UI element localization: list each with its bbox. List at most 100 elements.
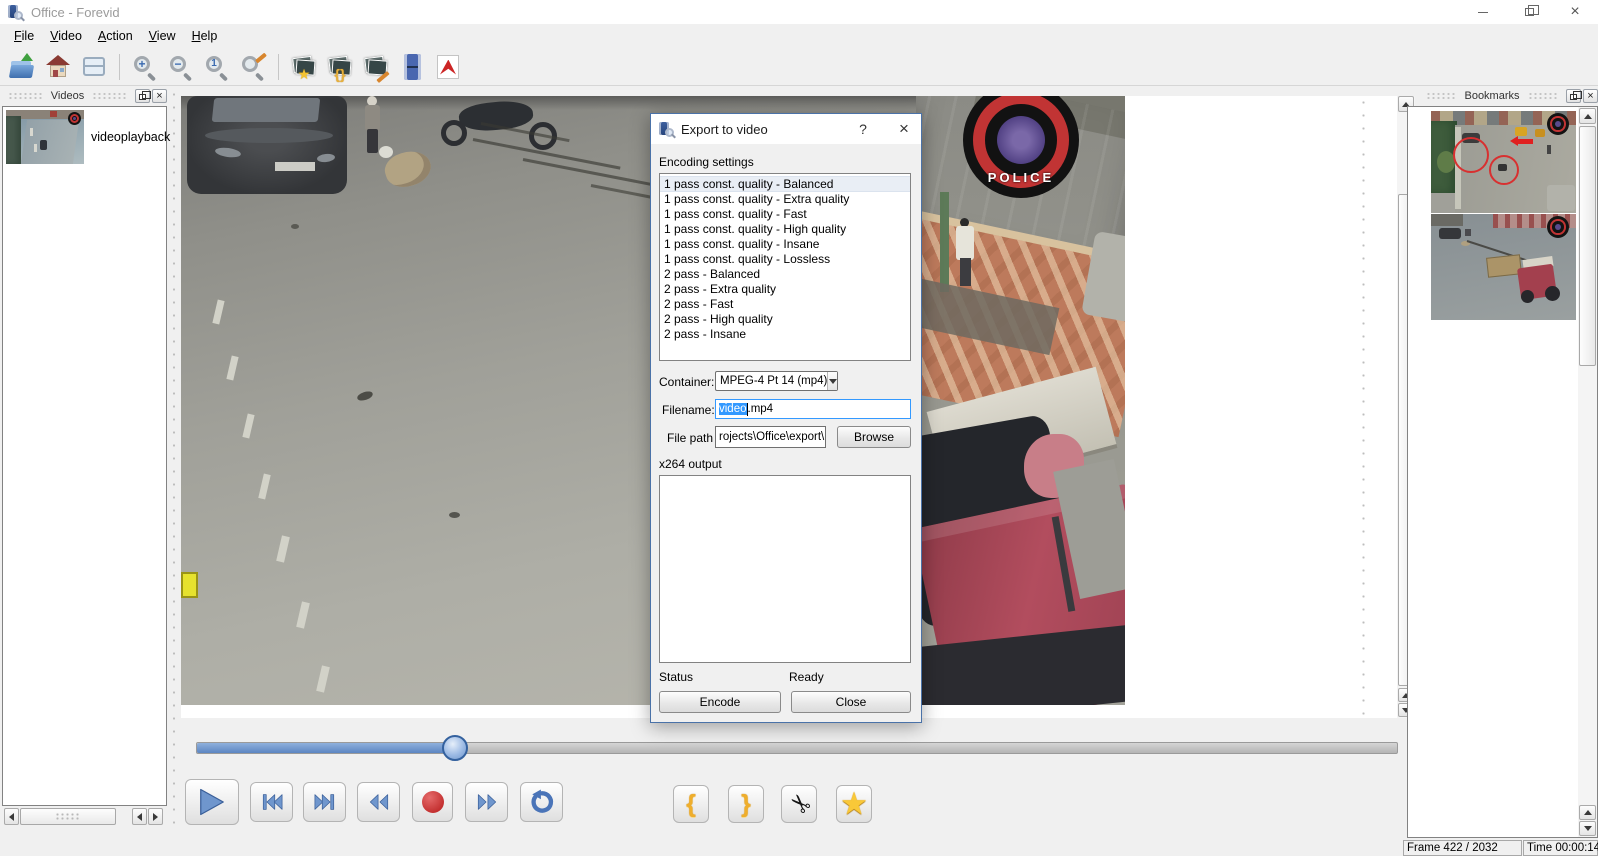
encoding-option[interactable]: 2 pass - Extra quality: [660, 282, 910, 297]
scroll-up-button-2[interactable]: [1579, 805, 1596, 820]
container-select[interactable]: MPEG-4 Pt 14 (mp4): [715, 371, 838, 391]
debris: [356, 390, 374, 403]
right-splitter[interactable]: [1361, 96, 1366, 718]
container-label: Container:: [659, 375, 714, 389]
zoom-selection-icon: [255, 52, 267, 63]
mark-range-button[interactable]: {}: [326, 53, 354, 81]
close-button[interactable]: ×: [1552, 0, 1598, 24]
encoding-option[interactable]: 1 pass const. quality - Balanced: [660, 176, 910, 192]
annotation-arrow: [1517, 139, 1533, 144]
skip-start-button[interactable]: [250, 782, 293, 822]
video-list-item[interactable]: videoplayback: [3, 107, 166, 167]
scroll-up-button[interactable]: [1579, 108, 1596, 124]
menu-item-view[interactable]: View: [141, 26, 184, 46]
skip-end-button[interactable]: [303, 782, 346, 822]
scissors-icon: ✂: [781, 786, 817, 822]
video-item-label: videoplayback: [91, 130, 170, 144]
scroll-left-button-2[interactable]: [132, 808, 147, 825]
close-dialog-button[interactable]: Close: [791, 691, 911, 713]
dialog-close-button[interactable]: ×: [889, 114, 919, 144]
open-project-button[interactable]: [8, 53, 36, 81]
left-splitter[interactable]: [170, 88, 179, 828]
export-dialog-titlebar: Export to video: [651, 114, 921, 144]
play-button[interactable]: [185, 779, 239, 825]
bookmarks-float-button[interactable]: [1566, 89, 1581, 103]
home-icon: [60, 68, 64, 72]
menu-item-action[interactable]: Action: [90, 26, 141, 46]
seek-handle[interactable]: [442, 735, 468, 761]
bookmark-item[interactable]: [1431, 214, 1576, 320]
record-button[interactable]: [412, 782, 453, 822]
encoding-option[interactable]: 1 pass const. quality - Lossless: [660, 252, 910, 267]
annotation-circle: [1453, 137, 1489, 173]
export-report-button[interactable]: [434, 53, 462, 81]
zoom-out-button[interactable]: −: [167, 53, 195, 81]
filename-label: Filename:: [662, 403, 715, 417]
videos-panel: Videos × videoplayback: [2, 88, 167, 828]
seek-slider[interactable]: [196, 742, 1398, 754]
chevron-down-icon: [829, 379, 837, 384]
home-button[interactable]: [44, 53, 72, 81]
annotation-circle: [1489, 155, 1519, 185]
encoding-option[interactable]: 1 pass const. quality - Extra quality: [660, 192, 910, 207]
videos-close-button[interactable]: ×: [152, 89, 167, 103]
scroll-thumb[interactable]: [20, 808, 116, 825]
bookmark-frame-button[interactable]: ★: [290, 53, 318, 81]
rewind-icon: [367, 791, 391, 813]
rewind-button[interactable]: [357, 782, 400, 822]
menu-item-video[interactable]: Video: [42, 26, 90, 46]
mark-end-button[interactable]: }: [728, 785, 764, 823]
zoom-selection-button[interactable]: [239, 53, 267, 81]
restore-button[interactable]: [1506, 0, 1552, 24]
encoding-option[interactable]: 1 pass const. quality - Insane: [660, 237, 910, 252]
export-video-button[interactable]: [398, 53, 426, 81]
encoding-option[interactable]: 2 pass - Insane: [660, 327, 910, 342]
encoding-option[interactable]: 2 pass - Fast: [660, 297, 910, 312]
zoom-out-icon: −: [170, 56, 186, 72]
debris: [291, 224, 299, 229]
filename-input[interactable]: video.mp4: [715, 399, 911, 419]
status-label: Status: [659, 670, 693, 684]
encoding-option[interactable]: 1 pass const. quality - Fast: [660, 207, 910, 222]
bookmark-button[interactable]: ★: [836, 785, 872, 823]
open-brace-icon: {: [686, 790, 696, 819]
mark-start-button[interactable]: {: [673, 785, 709, 823]
float-icon: [1570, 94, 1577, 100]
scroll-right-button[interactable]: [148, 808, 163, 825]
scroll-thumb[interactable]: [1579, 126, 1596, 366]
videos-float-button[interactable]: [135, 89, 150, 103]
fast-forward-button[interactable]: [465, 782, 508, 822]
encoding-option[interactable]: 1 pass const. quality - High quality: [660, 222, 910, 237]
encoding-option[interactable]: 2 pass - High quality: [660, 312, 910, 327]
dialog-icon: [658, 121, 674, 137]
x264-output-label: x264 output: [659, 457, 722, 471]
zoom-original-button[interactable]: 1: [203, 53, 231, 81]
video-window-button[interactable]: [80, 53, 108, 81]
bookmark-item[interactable]: [1431, 111, 1576, 213]
app-icon: [7, 4, 23, 20]
scroll-left-button[interactable]: [4, 808, 19, 825]
x264-output-area[interactable]: [659, 475, 911, 663]
dialog-help-button[interactable]: ?: [848, 114, 878, 144]
dock-handle: [1426, 92, 1456, 100]
menu-item-help[interactable]: Help: [184, 26, 226, 46]
scroll-down-button[interactable]: [1579, 821, 1596, 836]
encoding-option[interactable]: 2 pass - Balanced: [660, 267, 910, 282]
star-icon: ★: [290, 67, 318, 81]
menu-item-file[interactable]: File: [6, 26, 42, 46]
reset-button[interactable]: [520, 782, 563, 822]
annotate-frame-button[interactable]: [362, 53, 390, 81]
browse-button[interactable]: Browse: [837, 426, 911, 448]
title-bar: Office - Forevid ×: [0, 0, 1598, 24]
combo-arrow-button[interactable]: [827, 372, 837, 390]
dock-handle: [92, 92, 127, 100]
zoom-in-button[interactable]: +: [131, 53, 159, 81]
bookmarks-close-button[interactable]: ×: [1583, 89, 1598, 103]
encode-button[interactable]: Encode: [659, 691, 781, 713]
status-value: Ready: [789, 670, 824, 684]
filename-suffix-text: .mp4: [748, 403, 774, 415]
skip-end-icon: [313, 791, 337, 813]
cut-button[interactable]: ✂: [781, 785, 817, 823]
minimize-button[interactable]: [1460, 0, 1506, 24]
filepath-input[interactable]: rojects\Office\export\: [715, 426, 826, 448]
